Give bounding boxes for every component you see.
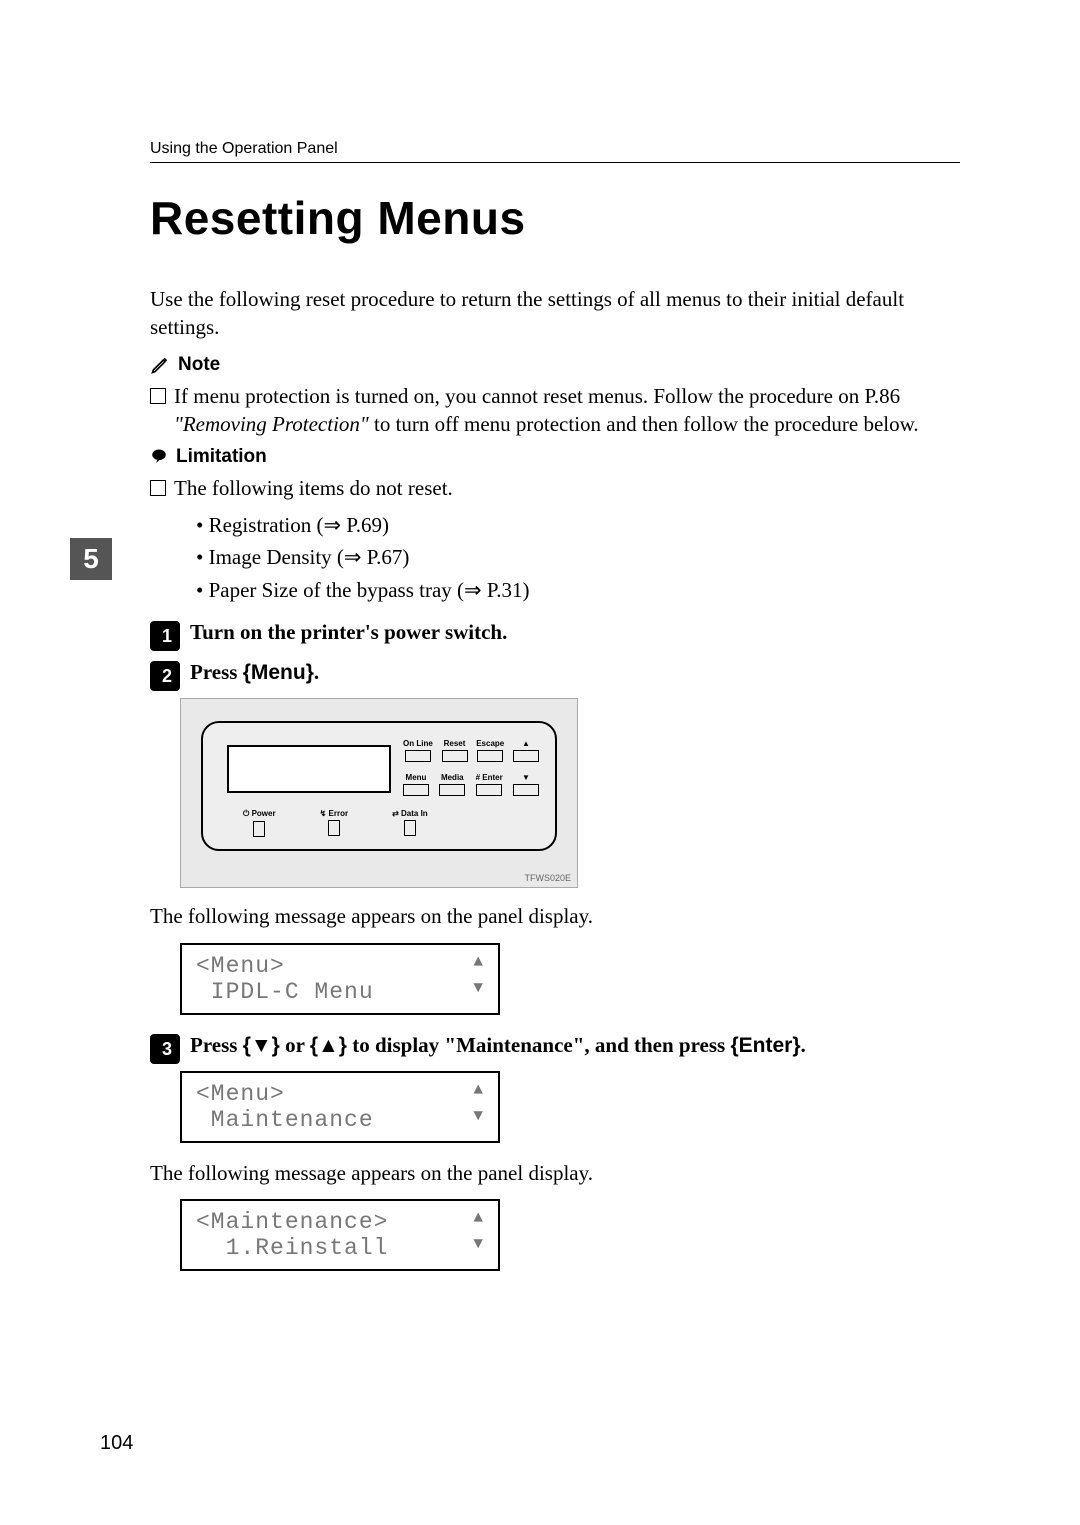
menu-key-label: Menu [251, 661, 306, 684]
after-lcd2-msg: The following message appears on the pan… [150, 1159, 960, 1187]
lcd3-line2: 1.Reinstall [196, 1235, 388, 1261]
panel-button-row-1: On Line Reset Escape ▲ [403, 739, 539, 762]
bullet-list: Registration (⇒ P.69) Image Density (⇒ P… [196, 509, 960, 607]
up-arrow-icon: ▲ [473, 1081, 484, 1107]
limitation-list: The following items do not reset. [150, 474, 960, 502]
lcd-display-1: <Menu> ▲ IPDL-C Menu ▼ [180, 943, 500, 1015]
up-button: ▲ [513, 739, 539, 762]
after-panel-msg: The following message appears on the pan… [150, 902, 960, 930]
step-number-icon: 1 [150, 621, 180, 651]
running-head: Using the Operation Panel [150, 140, 960, 163]
down-key-label: ▼ [251, 1034, 272, 1057]
data-in-led: ⇄ Data In [392, 809, 428, 837]
bullet-item: Image Density (⇒ P.67) [196, 541, 960, 574]
up-arrow-icon: ▲ [473, 953, 484, 979]
up-arrow-icon: ▲ [473, 1209, 484, 1235]
page: Using the Operation Panel Resetting Menu… [0, 0, 1080, 1525]
down-arrow-icon: ▼ [473, 1107, 484, 1133]
down-arrow-icon: ▼ [473, 1235, 484, 1261]
page-number: 104 [100, 1432, 133, 1455]
step-2-pre: Press [190, 660, 243, 684]
note-text-ital: "Removing Protection" [174, 412, 369, 436]
bullet-item: Registration (⇒ P.69) [196, 509, 960, 542]
limitation-heading: Limitation [150, 446, 960, 468]
note-text-post: to turn off menu protection and then fol… [369, 412, 919, 436]
panel-lcd [227, 745, 391, 793]
step-number-2: 2 [154, 665, 180, 687]
note-list: If menu protection is turned on, you can… [150, 382, 960, 439]
step-number-1: 1 [154, 625, 180, 647]
limitation-intro: The following items do not reset. [174, 474, 453, 502]
down-arrow-icon: ▼ [473, 979, 484, 1005]
limitation-label: Limitation [176, 446, 267, 468]
step-number-icon: 3 [150, 1034, 180, 1064]
lcd-display-3: <Maintenance> ▲ 1.Reinstall ▼ [180, 1199, 500, 1271]
step-2-text: Press {Menu}. [190, 660, 319, 685]
reset-button: Reset [442, 739, 468, 762]
lcd1-line1: <Menu> [196, 953, 285, 979]
enter-button: # Enter [476, 773, 503, 796]
step-2: 2 Press {Menu}. [150, 658, 960, 688]
checkbox-icon [150, 480, 166, 496]
bullet-item: Paper Size of the bypass tray (⇒ P.31) [196, 574, 960, 607]
figure-caption: TFWS020E [524, 873, 571, 883]
note-item-text: If menu protection is turned on, you can… [174, 382, 960, 439]
panel-leds: ⏻ Power ↯ Error ⇄ Data In [243, 809, 428, 837]
step-3-text: Press {▼} or {▲} to display "Maintenance… [190, 1033, 806, 1058]
s3-pre: Press [190, 1033, 243, 1057]
panel-outline: On Line Reset Escape ▲ Menu Media # Ente… [201, 721, 557, 851]
online-button: On Line [403, 739, 433, 762]
speech-bubble-icon [150, 448, 168, 466]
chapter-tab: 5 [70, 538, 112, 580]
step-number-icon: 2 [150, 661, 180, 691]
limitation-item: The following items do not reset. [150, 474, 960, 502]
step-3: 3 Press {▼} or {▲} to display "Maintenan… [150, 1031, 960, 1061]
step-2-post: . [314, 660, 319, 684]
lcd1-line2: IPDL-C Menu [196, 979, 374, 1005]
enter-key-label: Enter [739, 1034, 793, 1057]
up-key-label: ▲ [318, 1034, 339, 1057]
s3-mid2: to display "Maintenance", and then press [347, 1033, 730, 1057]
error-led: ↯ Error [320, 809, 349, 837]
lcd-display-2: <Menu> ▲ Maintenance ▼ [180, 1071, 500, 1143]
panel-button-row-2: Menu Media # Enter ▼ [403, 773, 539, 796]
note-heading: Note [150, 354, 960, 376]
escape-button: Escape [476, 739, 504, 762]
step-1-text: Turn on the printer's power switch. [190, 620, 507, 645]
intro-text: Use the following reset procedure to ret… [150, 285, 960, 342]
operation-panel-figure: On Line Reset Escape ▲ Menu Media # Ente… [180, 698, 578, 888]
lcd3-line1: <Maintenance> [196, 1209, 388, 1235]
page-title: Resetting Menus [150, 191, 960, 245]
note-item: If menu protection is turned on, you can… [150, 382, 960, 439]
menu-button: Menu [403, 773, 429, 796]
checkbox-icon [150, 388, 166, 404]
power-led: ⏻ Power [243, 809, 276, 837]
note-text-pre: If menu protection is turned on, you can… [174, 384, 900, 408]
lcd2-line2: Maintenance [196, 1107, 374, 1133]
note-label: Note [178, 354, 220, 376]
step-number-3: 3 [154, 1038, 180, 1060]
s3-mid: or [280, 1033, 310, 1057]
pencil-icon [150, 355, 170, 375]
step-1: 1 Turn on the printer's power switch. [150, 618, 960, 648]
lcd2-line1: <Menu> [196, 1081, 285, 1107]
s3-post: . [801, 1033, 806, 1057]
media-button: Media [439, 773, 465, 796]
down-button: ▼ [513, 773, 539, 796]
